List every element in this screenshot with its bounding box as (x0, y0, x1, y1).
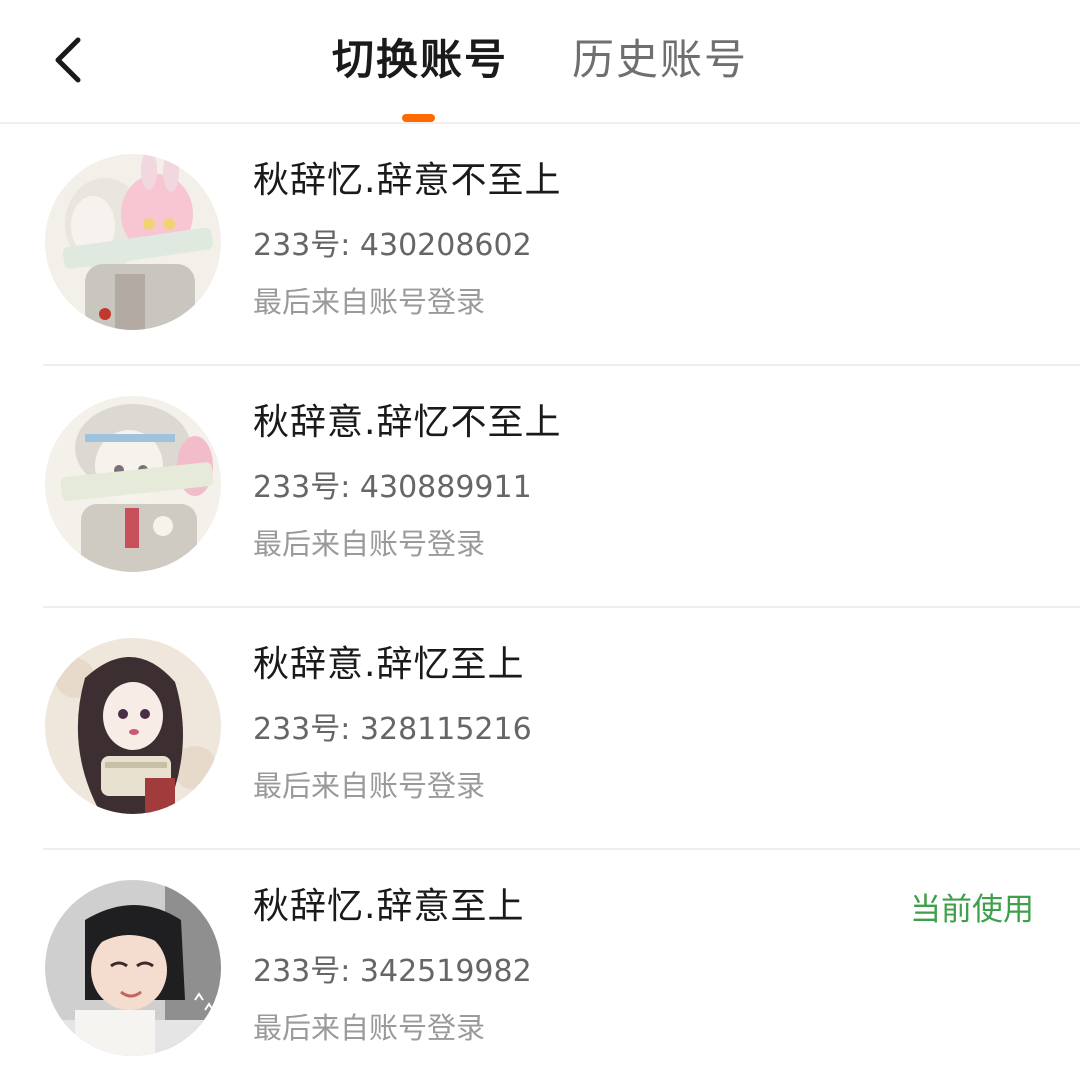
account-name: 秋辞忆.辞意至上 (253, 886, 525, 927)
account-id: 233号: 328115216 (253, 712, 532, 747)
account-row[interactable]: 秋辞忆.辞意至上 233号: 342519982 最后来自账号登录 当前使用 (0, 850, 1080, 1092)
avatar (45, 880, 221, 1056)
account-id: 233号: 430889911 (253, 470, 532, 505)
account-name: 秋辞意.辞忆至上 (253, 644, 525, 685)
login-source: 最后来自账号登录 (253, 285, 486, 319)
top-nav-bar: 切换账号 历史账号 (0, 0, 1080, 124)
current-account-badge: 当前使用 (910, 892, 1034, 928)
login-source: 最后来自账号登录 (253, 527, 486, 561)
active-tab-indicator (402, 114, 435, 122)
tab-switch-account[interactable]: 切换账号 (332, 34, 508, 86)
avatar (45, 638, 221, 814)
login-source: 最后来自账号登录 (253, 1011, 486, 1045)
account-id: 233号: 430208602 (253, 228, 532, 263)
avatar (45, 154, 221, 330)
account-row[interactable]: 秋辞意.辞忆不至上 233号: 430889911 最后来自账号登录 (0, 366, 1080, 608)
account-row[interactable]: 秋辞忆.辞意不至上 233号: 430208602 最后来自账号登录 (0, 124, 1080, 366)
tab-history-account[interactable]: 历史账号 (572, 34, 748, 86)
back-button[interactable] (40, 30, 96, 90)
account-name: 秋辞忆.辞意不至上 (253, 160, 562, 201)
account-list: 秋辞忆.辞意不至上 233号: 430208602 最后来自账号登录 秋辞意.辞… (0, 124, 1080, 1092)
chevron-left-icon (55, 37, 81, 83)
account-id: 233号: 342519982 (253, 954, 532, 989)
login-source: 最后来自账号登录 (253, 769, 486, 803)
account-name: 秋辞意.辞忆不至上 (253, 402, 562, 443)
account-row[interactable]: 秋辞意.辞忆至上 233号: 328115216 最后来自账号登录 (0, 608, 1080, 850)
avatar (45, 396, 221, 572)
